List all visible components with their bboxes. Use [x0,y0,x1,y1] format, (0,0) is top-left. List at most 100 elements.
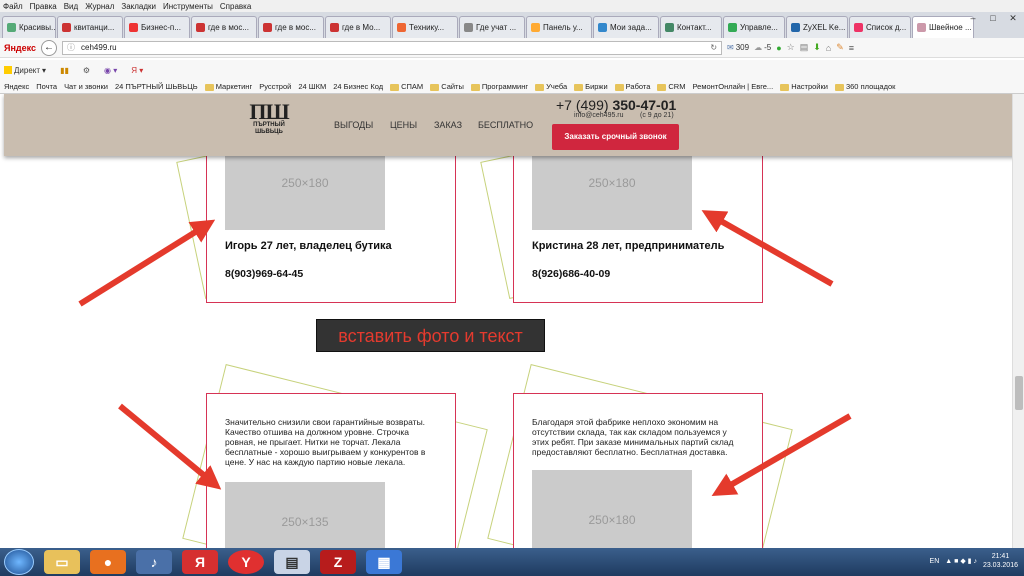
tab-11[interactable]: Контакт... [660,16,722,38]
bookmark-folder-crm[interactable]: CRM [657,82,685,91]
site-header: ПШ ПЪРТНЫЙ ШЬВЬЦЬ ВЫГОДЫ ЦЕНЫ ЗАКАЗ БЕСП… [4,94,1012,156]
bookmark-folder-exchanges[interactable]: Биржи [574,82,608,91]
menu-edit[interactable]: Правка [30,2,57,11]
settings-icon[interactable]: ⚙ [83,66,90,75]
tab-2[interactable]: квитанци... [57,16,123,38]
weather-button[interactable]: ☁ -5 [754,43,771,52]
yandex-browser-icon[interactable]: Я [182,550,218,574]
mail-icon: ✉ [727,43,734,52]
tab-7[interactable]: Технику... [392,16,458,38]
bookmark-yandex[interactable]: Яндекс [4,82,29,91]
bookmark-folder-programming[interactable]: Программинг [470,82,528,91]
vertical-scrollbar[interactable] [1012,94,1024,548]
yandex-icon[interactable]: Я ▾ [131,66,143,75]
tab-favicon [397,23,406,32]
tab-12[interactable]: Управле... [723,16,785,38]
filezilla-icon[interactable]: Z [320,550,356,574]
bookmark-shkm[interactable]: 24 ШКМ [298,82,326,91]
home-icon[interactable]: ⌂ [826,43,831,53]
menu-bookmarks[interactable]: Закладки [121,2,156,11]
back-icon[interactable]: ← [41,39,58,56]
menu-history[interactable]: Журнал [85,2,114,11]
tab-favicon [129,23,138,32]
site-logo[interactable]: ПШ ПЪРТНЫЙ ШЬВЬЦЬ [249,101,289,136]
nav-benefits[interactable]: ВЫГОДЫ [334,120,373,130]
bookmark-remont[interactable]: РемонтОнлайн | Евге... [692,82,773,91]
direct-icon [4,66,12,74]
call-request-button[interactable]: Заказать срочный звонок [552,124,679,150]
tab-favicon [330,23,339,32]
weather-icon: ☁ [754,43,763,52]
extension-icon[interactable]: ● [776,43,781,53]
bookmark-folder-marketing[interactable]: Маркетинг [204,82,252,91]
menu-file[interactable]: Файл [3,2,23,11]
language-indicator[interactable]: EN [930,558,940,565]
yandex-toolbar: Директ ▾ ▮▮ ⚙ ◉ ▾ Я ▾ [0,60,1024,80]
star-icon[interactable]: ☆ [787,42,795,53]
explorer-icon[interactable]: ▭ [44,550,80,574]
bookmark-folder-study[interactable]: Учеба [535,82,567,91]
tab-3[interactable]: Бизнес-п... [124,16,190,38]
menu-tools[interactable]: Инструменты [163,2,213,11]
direct-button[interactable]: Директ ▾ [4,66,46,75]
yandex-app-icon[interactable]: Y [228,550,264,574]
tab-8[interactable]: Где учат ... [459,16,525,38]
red-arrows [78,210,852,497]
logo-text: ПЪРТНЫЙ ШЬВЬЦЬ [253,122,285,135]
address-bar[interactable]: ⓘ ceh499.ru ↻ [62,40,723,55]
tab-favicon [854,23,863,32]
firefox-icon[interactable]: ● [90,550,126,574]
bookmark-biznes-kod[interactable]: 24 Бизнес Код [333,82,383,91]
nav-order[interactable]: ЗАКАЗ [434,120,462,130]
bookmark-folder-settings[interactable]: Настройки [780,82,828,91]
mail-button[interactable]: ✉ 309 [727,43,749,52]
tab-10[interactable]: Мои зада... [593,16,659,38]
tab-5[interactable]: где в мос... [258,16,324,38]
tab-13[interactable]: ZyXEL Ke... [786,16,848,38]
maximize-icon[interactable]: □ [984,12,1002,24]
stats-icon[interactable]: ▮▮ [60,66,69,75]
bookmark-folder-work[interactable]: Работа [614,82,650,91]
lens-icon[interactable]: ◉ ▾ [104,66,117,75]
nav-free[interactable]: БЕСПЛАТНО [478,120,533,130]
bookmark-folder-sites[interactable]: Сайты [430,82,464,91]
clock[interactable]: 21:41 23.03.2016 [983,552,1018,570]
tab-6[interactable]: где в Мо... [325,16,391,38]
bookmark-chat[interactable]: Чат и звонки [64,82,108,91]
bookmark-site[interactable]: 24 ПЪРТНЫЙ ШЬВЬЦЬ [115,82,198,91]
system-tray: EN ▲ ■ ◆ ▮ ♪ 21:41 23.03.2016 [930,552,1018,570]
site-email[interactable]: info@ceh495.ru [574,112,624,119]
folder-icon [204,83,214,91]
bookmark-folder-360[interactable]: 360 площадок [834,82,895,91]
speaker-icon[interactable]: ♪ [136,550,172,574]
bookmark-mail[interactable]: Почта [36,82,57,91]
menu-bar: Файл Правка Вид Журнал Закладки Инструме… [0,0,1024,12]
folder-icon [535,83,545,91]
tray-icons[interactable]: ▲ ■ ◆ ▮ ♪ [945,557,977,565]
clipboard-icon[interactable]: ▤ [800,42,809,53]
menu-help[interactable]: Справка [220,2,251,11]
reload-icon[interactable]: ↻ [710,43,717,52]
url-text: ceh499.ru [81,43,117,52]
close-icon[interactable]: ✕ [1004,12,1022,24]
menu-icon[interactable]: ≡ [849,43,854,53]
yandex-brand[interactable]: Яндекс [4,43,36,53]
info-icon[interactable]: ⓘ [67,42,75,53]
download-icon[interactable]: ⬇ [813,42,821,53]
site-phone[interactable]: +7 (499) 350-47-01 [556,97,676,113]
scrollbar-thumb[interactable] [1015,376,1023,410]
tab-favicon [917,23,926,32]
start-button[interactable] [4,549,34,575]
bookmark-russtroy[interactable]: Русстрой [259,82,291,91]
tab-1[interactable]: Красивы... [2,16,56,38]
document-icon[interactable]: ▤ [274,550,310,574]
tab-9[interactable]: Панель у... [526,16,592,38]
menu-view[interactable]: Вид [64,2,78,11]
tab-4[interactable]: где в мос... [191,16,257,38]
network-icon[interactable]: ▦ [366,550,402,574]
pen-icon[interactable]: ✎ [836,42,844,53]
bookmark-folder-spam[interactable]: СПАМ [390,82,423,91]
minimize-icon[interactable]: – [964,12,982,24]
tab-14[interactable]: Список д... [849,16,911,38]
nav-prices[interactable]: ЦЕНЫ [390,120,417,130]
